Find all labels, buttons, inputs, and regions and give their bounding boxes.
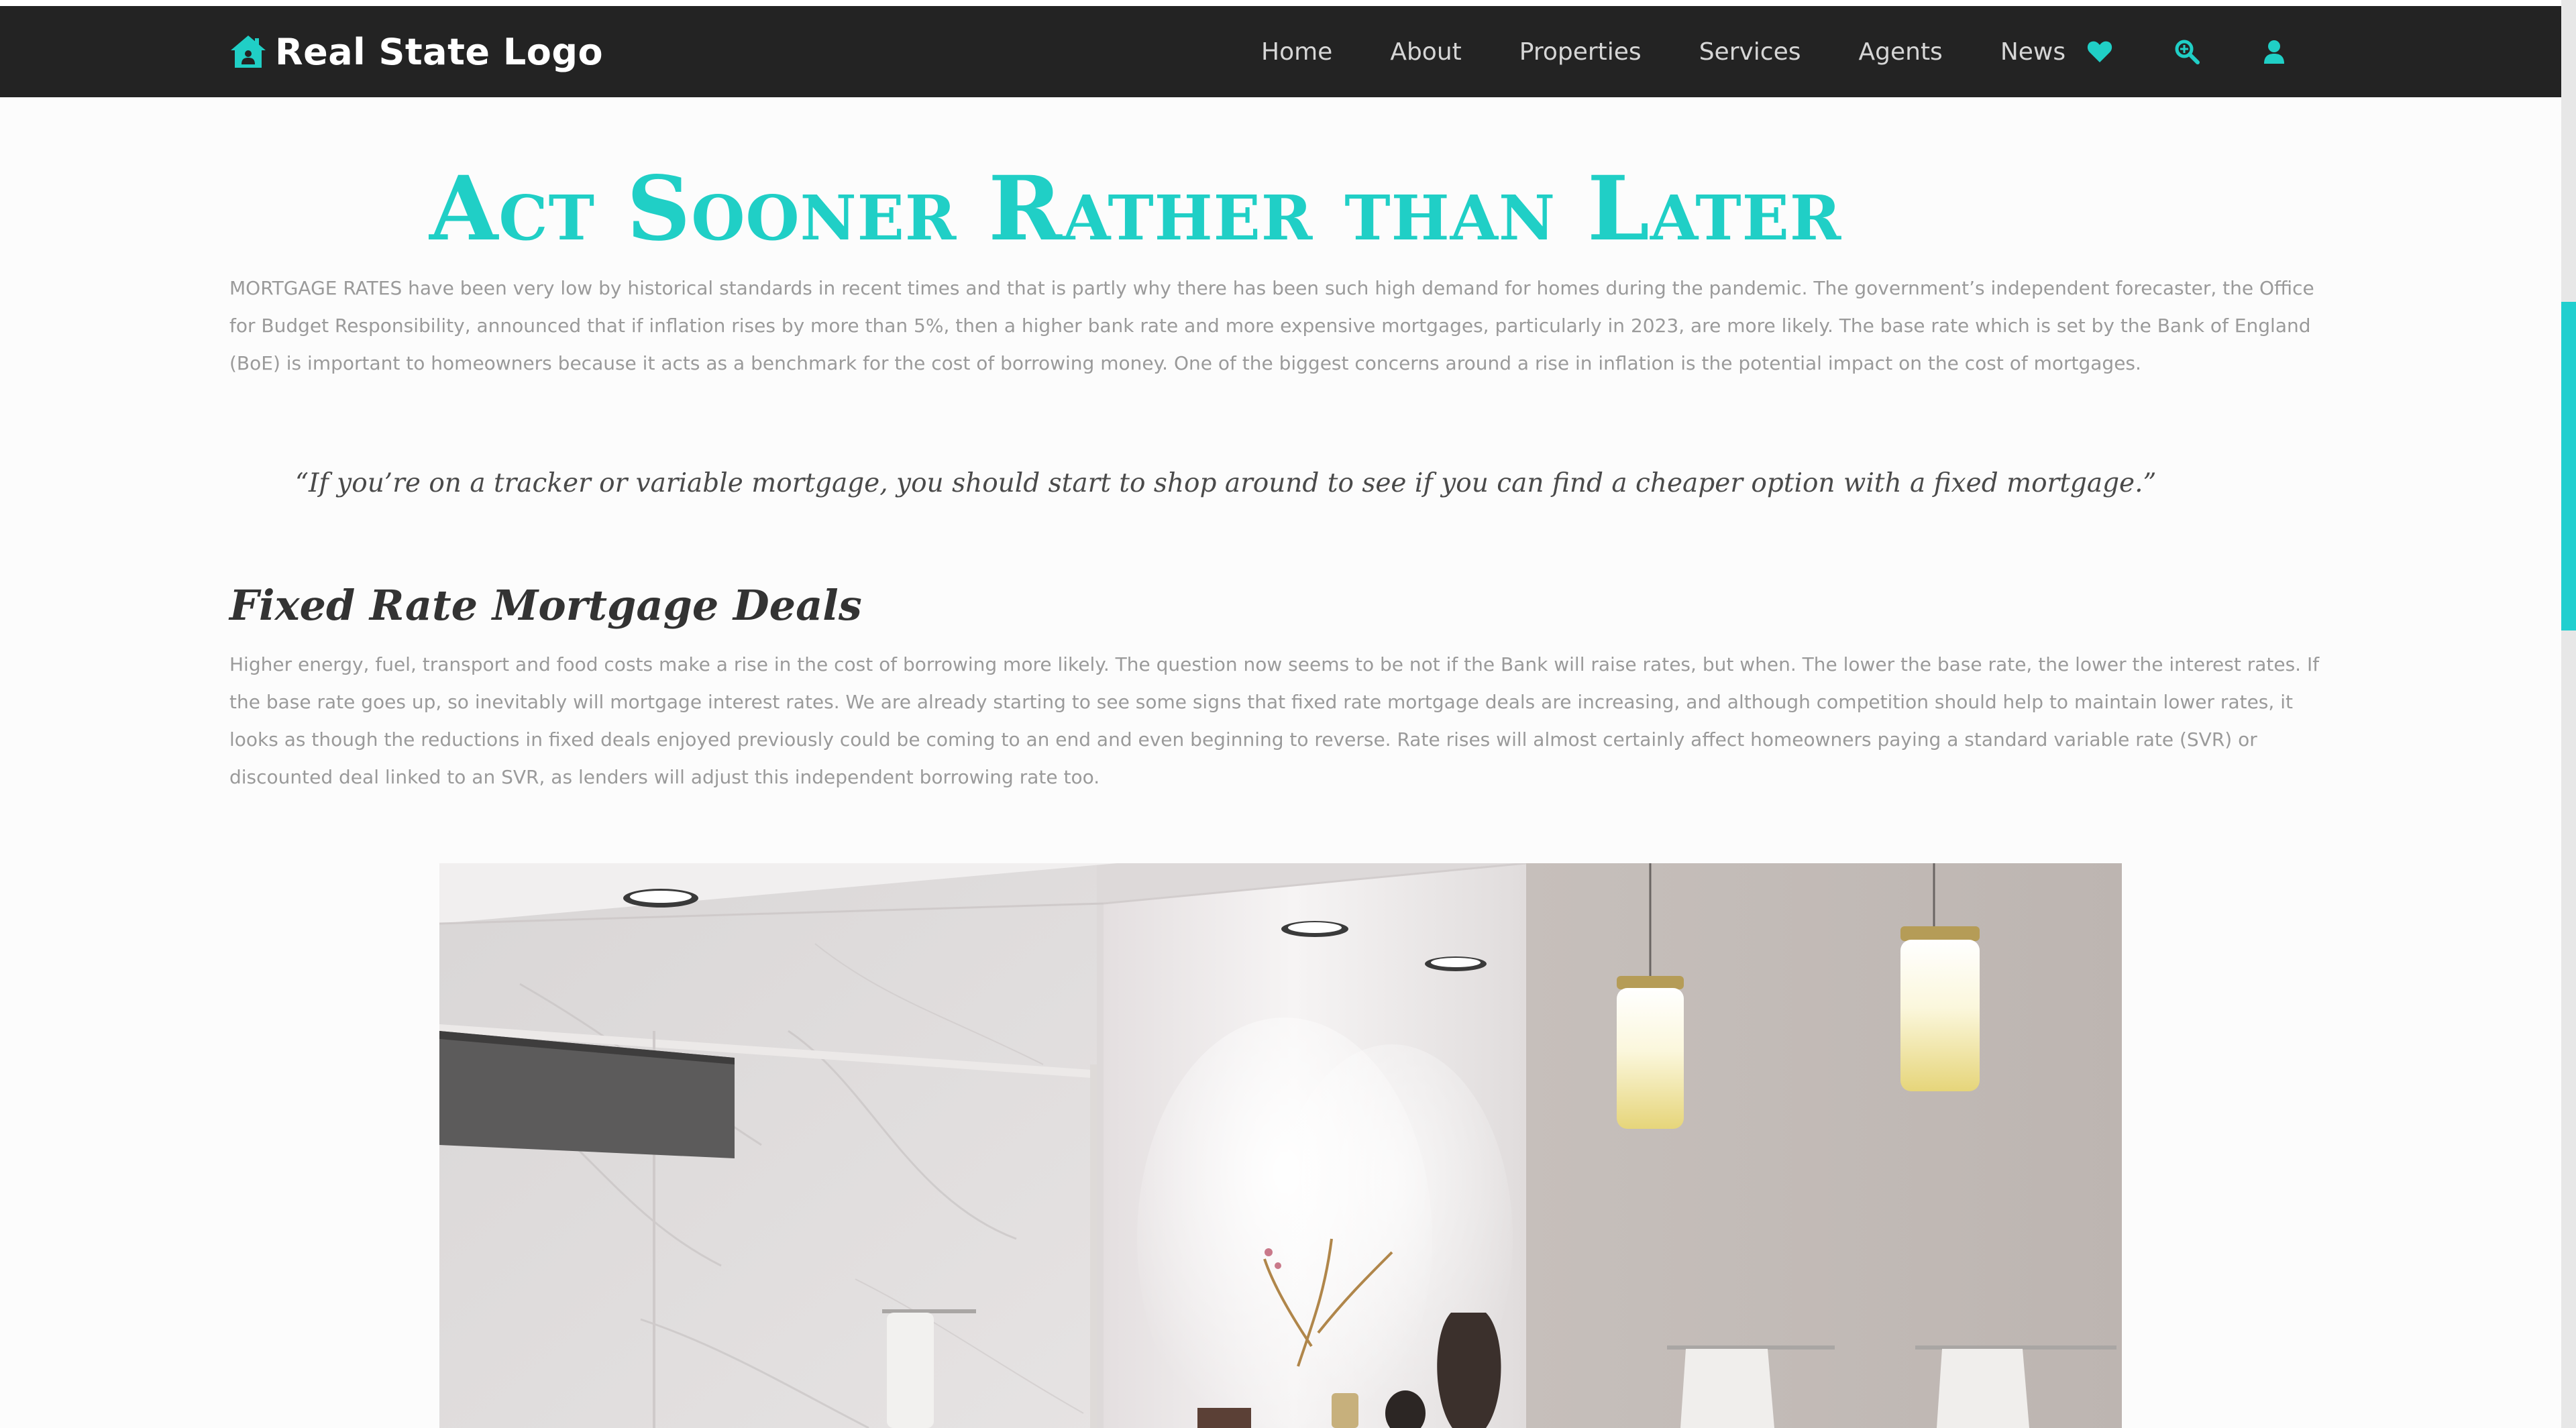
nav-link-properties[interactable]: Properties bbox=[1519, 38, 1642, 66]
top-strip bbox=[0, 0, 2561, 6]
scrollbar-thumb[interactable] bbox=[2561, 302, 2576, 630]
nav-link-about[interactable]: About bbox=[1390, 38, 1461, 66]
nav-link-news[interactable]: News bbox=[2000, 38, 2065, 66]
hero-image-bathroom bbox=[439, 863, 2122, 1428]
article-paragraph-1: MORTGAGE RATES have been very low by his… bbox=[229, 277, 2314, 374]
article-title: Act Sooner Rather than Later bbox=[429, 157, 1842, 261]
logo[interactable]: Real State Logo bbox=[229, 6, 603, 97]
section-heading: Fixed Rate Mortgage Deals bbox=[229, 581, 862, 630]
nav-link-services[interactable]: Services bbox=[1699, 38, 1801, 66]
navbar: Real State Logo Home About Properties Se… bbox=[0, 6, 2561, 97]
heart-icon[interactable] bbox=[2086, 38, 2113, 65]
article-paragraph-2: Higher energy, fuel, transport and food … bbox=[229, 653, 2320, 788]
scrollbar-track[interactable] bbox=[2561, 0, 2576, 1428]
pull-quote: “If you’re on a tracker or variable mort… bbox=[295, 468, 2157, 498]
search-icon[interactable] bbox=[2174, 38, 2200, 65]
house-icon bbox=[231, 36, 266, 68]
user-icon[interactable] bbox=[2261, 38, 2288, 65]
logo-text: Real State Logo bbox=[275, 30, 604, 73]
nav-link-home[interactable]: Home bbox=[1261, 38, 1332, 66]
nav-icons bbox=[2086, 6, 2288, 97]
nav-link-agents[interactable]: Agents bbox=[1859, 38, 1943, 66]
nav-links: Home About Properties Services Agents Ne… bbox=[1261, 6, 2123, 97]
page: Real State Logo Home About Properties Se… bbox=[0, 0, 2561, 1428]
